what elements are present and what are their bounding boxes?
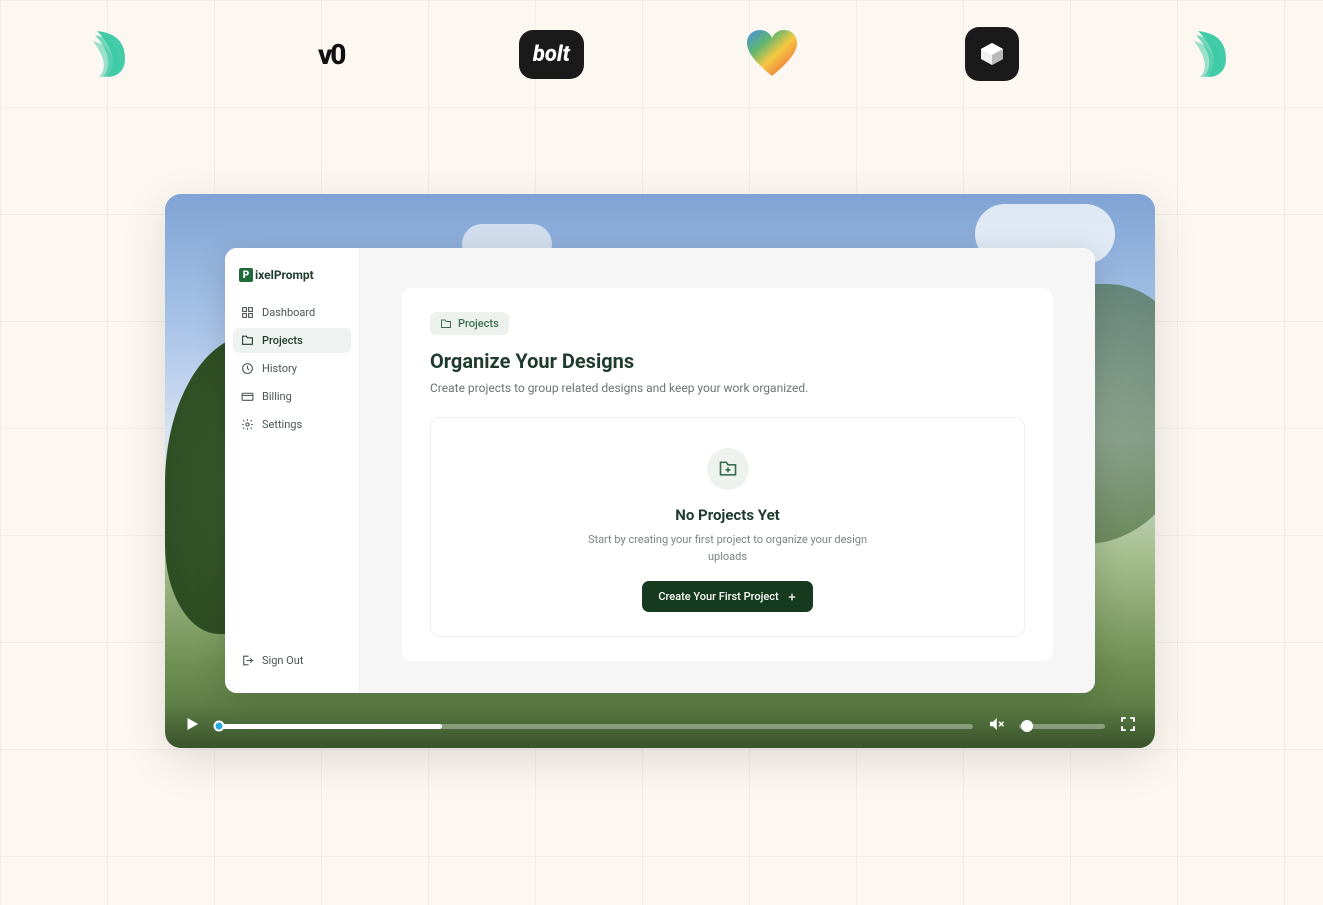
logo-row: v0 bolt (0, 27, 1323, 81)
sidebar-item-label: Settings (262, 418, 302, 431)
page-title: Organize Your Designs (430, 349, 1025, 373)
breadcrumb-label: Projects (458, 317, 499, 330)
empty-state-card: No Projects Yet Start by creating your f… (430, 417, 1025, 637)
cta-label: Create Your First Project (658, 590, 778, 603)
empty-state-text: Start by creating your first project to … (583, 532, 873, 565)
brand: P ixelPrompt (233, 268, 351, 300)
history-icon (241, 362, 254, 375)
play-icon (183, 715, 201, 733)
volume-slider[interactable] (1019, 724, 1105, 729)
sign-out-label: Sign Out (262, 654, 303, 667)
progress-bar[interactable] (215, 724, 973, 729)
breadcrumb: Projects (430, 312, 509, 335)
dashboard-icon (241, 306, 254, 319)
app-window: P ixelPrompt Dashboard Projects History (225, 248, 1095, 693)
mute-button[interactable] (987, 715, 1005, 737)
play-button[interactable] (183, 715, 201, 737)
brand-text: ixelPrompt (255, 268, 314, 282)
sidebar-item-projects[interactable]: Projects (233, 328, 351, 353)
folder-icon (440, 318, 452, 330)
bolt-logo-icon: bolt (510, 27, 592, 81)
sidebar-item-dashboard[interactable]: Dashboard (233, 300, 351, 325)
folder-plus-icon (718, 459, 738, 479)
sidebar-item-label: Billing (262, 390, 292, 403)
spline-logo-icon (951, 27, 1033, 81)
progress-fill (215, 724, 442, 729)
volume-thumb[interactable] (1021, 720, 1033, 732)
sidebar-nav: Dashboard Projects History Billing Setti… (233, 300, 351, 437)
sign-out-button[interactable]: Sign Out (233, 648, 351, 673)
sidebar-item-label: History (262, 362, 297, 375)
progress-thumb[interactable] (214, 721, 225, 732)
empty-icon-wrap (707, 448, 749, 490)
sidebar-item-settings[interactable]: Settings (233, 412, 351, 437)
empty-state-title: No Projects Yet (675, 506, 780, 524)
feather-logo-icon (70, 27, 152, 81)
fullscreen-icon (1119, 715, 1137, 733)
main-content: Projects Organize Your Designs Create pr… (360, 248, 1095, 693)
sidebar: P ixelPrompt Dashboard Projects History (225, 248, 360, 693)
logout-icon (241, 654, 254, 667)
sidebar-item-label: Dashboard (262, 306, 315, 319)
video-controls (165, 704, 1155, 748)
create-project-button[interactable]: Create Your First Project (642, 581, 812, 612)
lovable-logo-icon (731, 27, 813, 81)
volume-mute-icon (987, 715, 1005, 733)
sidebar-item-history[interactable]: History (233, 356, 351, 381)
gear-icon (241, 418, 254, 431)
feather-logo-icon (1171, 27, 1253, 81)
sidebar-item-billing[interactable]: Billing (233, 384, 351, 409)
v0-logo-icon: v0 (290, 27, 372, 81)
brand-icon: P (239, 268, 253, 282)
folder-icon (241, 334, 254, 347)
sidebar-item-label: Projects (262, 334, 303, 347)
page-subtitle: Create projects to group related designs… (430, 381, 1025, 395)
main-card: Projects Organize Your Designs Create pr… (402, 288, 1053, 661)
video-frame: P ixelPrompt Dashboard Projects History (165, 194, 1155, 748)
fullscreen-button[interactable] (1119, 715, 1137, 737)
card-icon (241, 390, 254, 403)
plus-icon (787, 592, 797, 602)
